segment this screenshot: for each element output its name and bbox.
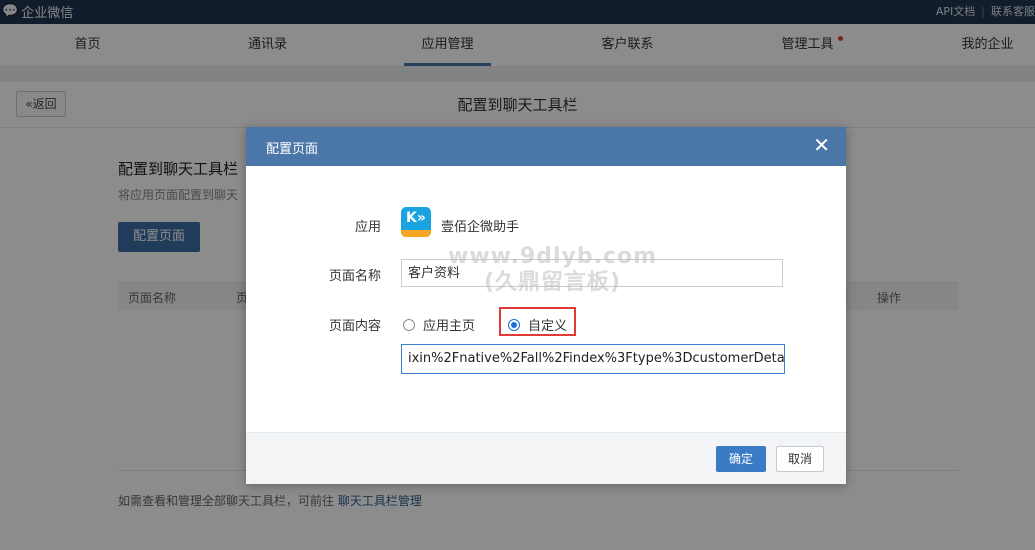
close-icon[interactable]: ✕: [813, 135, 830, 155]
page-content-label: 页面内容: [328, 319, 381, 334]
watermark-line2: (久鼎留言板): [483, 270, 622, 295]
dialog-footer: 确定 取消: [246, 432, 846, 484]
custom-url-input[interactable]: ixin%2Fnative%2Fall%2Findex%3Ftype%3Dcus…: [401, 344, 785, 374]
radio-app-home[interactable]: 应用主页: [403, 315, 475, 334]
highlight-box: [499, 307, 576, 336]
config-page-dialog: 配置页面 ✕ 应用 K» 壹佰企微助手 页面名称 客户资料 页面内容 应用主页 …: [246, 127, 846, 484]
watermark-line1: www.9dlyb.com: [448, 244, 658, 269]
app-logo-icon: K»: [401, 207, 431, 237]
radio-unchecked-icon: [403, 318, 415, 331]
page-name-label: 页面名称: [328, 269, 381, 284]
watermark: www.9dlyb.com (久鼎留言板): [448, 244, 657, 296]
radio-app-home-label: 应用主页: [423, 319, 476, 334]
dialog-title: 配置页面: [266, 142, 319, 157]
cancel-button[interactable]: 取消: [776, 446, 824, 472]
dialog-header: 配置页面 ✕: [246, 127, 846, 166]
confirm-button[interactable]: 确定: [716, 446, 766, 472]
app-name: 壹佰企微助手: [441, 220, 520, 235]
app-label: 应用: [354, 220, 381, 235]
